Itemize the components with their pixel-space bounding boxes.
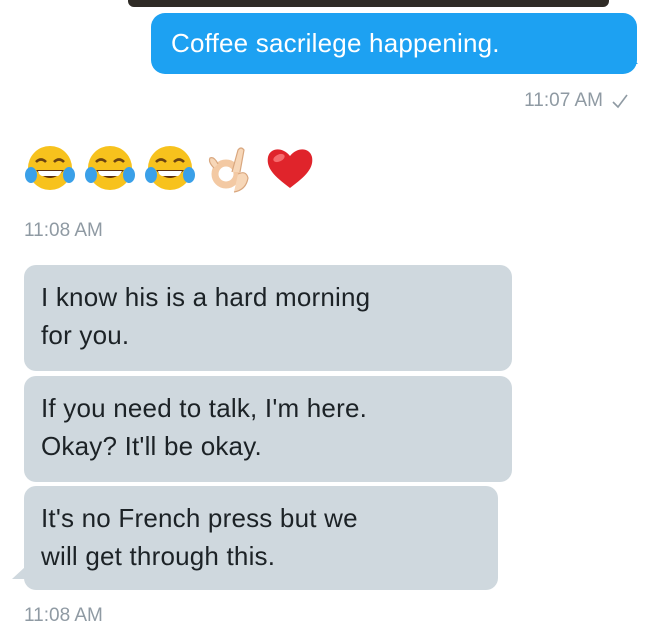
incoming-message-line: I know his is a hard morning: [41, 282, 371, 312]
emoji-message-timestamp: 11:08 AM: [24, 220, 103, 241]
outgoing-message-meta: 11:07 AM: [524, 90, 629, 112]
incoming-message-line: Okay? It'll be okay.: [41, 431, 262, 461]
outgoing-timestamp: 11:07 AM: [524, 90, 603, 111]
shared-photo-edge[interactable]: [128, 0, 609, 7]
face-with-tears-of-joy-icon: [85, 146, 135, 190]
incoming-message-line: If you need to talk, I'm here.: [41, 393, 368, 423]
incoming-message-line: It's no French press but we: [41, 503, 358, 533]
incoming-message-bubble[interactable]: It's no French press but we will get thr…: [24, 486, 498, 590]
face-with-tears-of-joy-icon: [145, 146, 195, 190]
incoming-message-bubble[interactable]: If you need to talk, I'm here. Okay? It'…: [24, 376, 512, 482]
red-heart-icon: [267, 149, 313, 188]
outgoing-message-bubble[interactable]: Coffee sacrilege happening.: [151, 13, 637, 74]
emoji-message[interactable]: [24, 142, 316, 194]
check-icon: [612, 94, 628, 109]
incoming-message-bubble[interactable]: I know his is a hard morning for you.: [24, 265, 512, 371]
incoming-timestamp: 11:08 AM: [24, 605, 103, 626]
outgoing-message-text: Coffee sacrilege happening.: [171, 28, 500, 58]
incoming-message-line: will get through this.: [41, 541, 276, 571]
outgoing-bubble-tail: [626, 52, 638, 64]
ok-hand-icon: [208, 147, 249, 193]
incoming-message-line: for you.: [41, 320, 130, 350]
face-with-tears-of-joy-icon: [25, 146, 75, 190]
incoming-bubble-tail: [12, 567, 25, 579]
